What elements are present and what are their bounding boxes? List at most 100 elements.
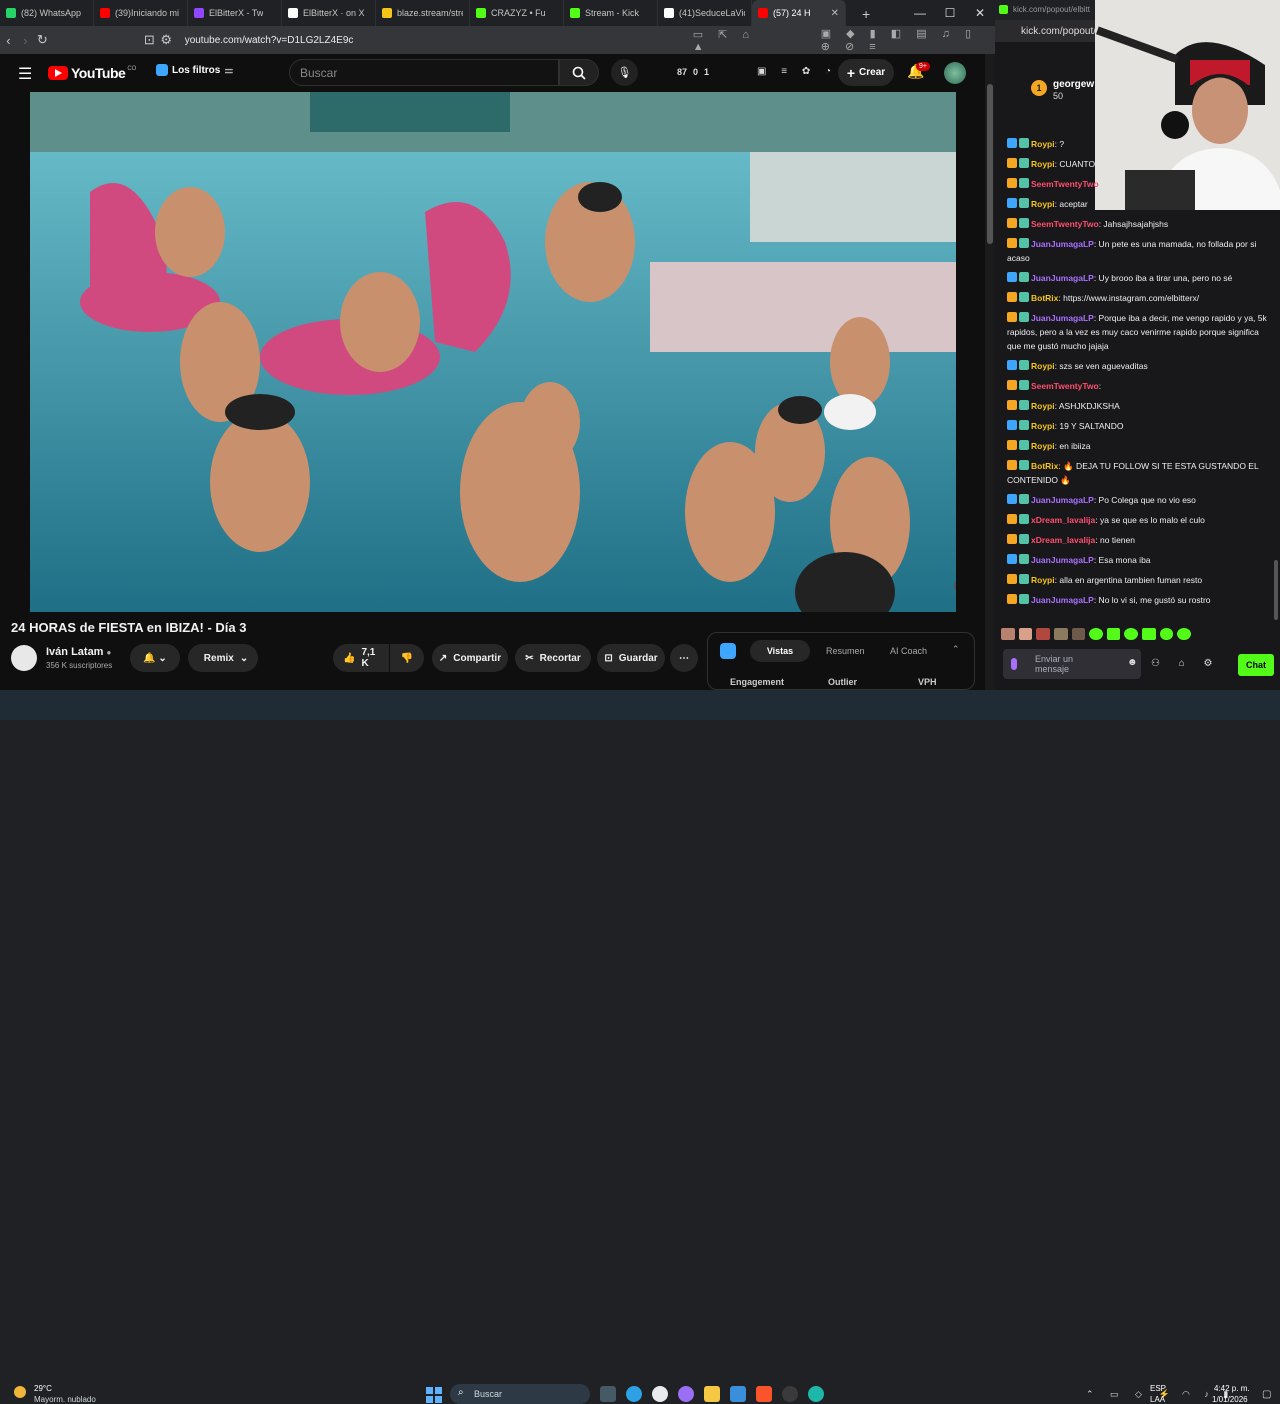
extension-icons[interactable]: ▣ ≡ ✿ ◔ [757,66,837,77]
search-input[interactable]: Buscar [289,59,559,86]
task-view-icon [600,1386,616,1402]
search-button[interactable] [559,59,599,86]
sub-badge-icon [1019,514,1029,524]
taskbar-apps[interactable] [600,1386,824,1402]
maximize-button[interactable]: ☐ [935,0,965,26]
forward-icon[interactable]: › [17,33,34,48]
chat-username[interactable]: Roypi [1031,401,1055,411]
clock-time[interactable]: 4:42 p. m. [1214,1384,1250,1393]
store-icon [730,1386,746,1402]
browser-tab[interactable]: CRAZYZ • Fu [470,0,564,26]
filters-button[interactable]: Los filtros ⚌ [156,64,233,76]
notification-center-icon[interactable]: ▢ [1262,1389,1271,1400]
chat-badge-icon [1007,514,1017,524]
chat-username[interactable]: xDream_lavalija [1031,535,1095,545]
address-bar-url[interactable]: youtube.com/watch?v=D1LG2LZ4E9c [185,35,493,46]
edge-icon [626,1386,642,1402]
extension-toolbar-icons[interactable]: ▣ ◆ ▮ ◧ ▤ ♫ ▯ ⊕ ⊘ ≡ [821,27,995,53]
subscribe-bell-button[interactable]: 🔔 ⌄ [130,644,180,672]
bookmark-icon[interactable]: ⊡ [141,32,158,48]
chat-username[interactable]: JuanJumagaLP [1031,273,1094,283]
sub-badge-icon [1019,218,1029,228]
weather-icon[interactable] [14,1386,26,1398]
sub-badge-icon [1019,554,1029,564]
browser-tab[interactable]: Stream - Kick [564,0,658,26]
chat-username[interactable]: JuanJumagaLP [1031,595,1094,605]
chat-username[interactable]: Roypi [1031,421,1055,431]
more-actions-button[interactable]: ⋯ [670,644,698,672]
weather-temp[interactable]: 29°C [34,1384,52,1393]
chat-username[interactable]: xDream_lavalija [1031,515,1095,525]
clip-button[interactable]: ✂ Recortar [515,644,591,672]
save-button[interactable]: ⊡ Guardar [597,644,665,672]
chat-username[interactable]: Roypi [1031,575,1055,585]
back-icon[interactable]: ‹ [0,33,17,48]
extensions-icons[interactable]: ▭ ⇱ ⌂ ▲ [693,28,761,53]
windows-start-icon[interactable] [426,1387,442,1403]
like-button[interactable]: 👍 7,1 K [333,644,389,672]
kick-favicon-icon [999,5,1008,14]
sub-badge-icon [1019,198,1029,208]
collapse-icon[interactable]: ⌃ [952,644,960,655]
emoji-icon[interactable]: ☻ [1127,657,1138,668]
kick-chat-popout: kick.com/popout/elbitt kick.com/popout/ … [995,0,1280,690]
account-avatar[interactable] [944,62,966,84]
chat-username[interactable]: JuanJumagaLP [1031,239,1094,249]
video-player[interactable] [30,92,956,612]
chat-username[interactable]: BotRix [1031,461,1058,471]
close-tab-icon[interactable]: ✕ [831,8,839,19]
remix-button[interactable]: Remix ⌄ [188,644,258,672]
close-window-button[interactable]: ✕ [965,0,995,26]
tab-vistas[interactable]: Vistas [750,640,810,662]
filter-extension-icon [156,64,168,76]
notification-count-badge: 9+ [916,62,930,71]
chat-username[interactable]: Roypi [1031,361,1055,371]
tab-ai-coach[interactable]: AI Coach [890,646,927,656]
browser-tab[interactable]: (82) WhatsApp [0,0,94,26]
browser-tab[interactable]: blaze.stream/stre [376,0,470,26]
chat-username[interactable]: Roypi [1031,441,1055,451]
dislike-button[interactable]: 👎 [390,644,424,672]
browser-tab[interactable]: (41)SeduceLaVid [658,0,752,26]
channel-avatar[interactable] [11,645,37,671]
hamburger-menu-icon[interactable]: ☰ [18,64,32,84]
chat-username[interactable]: Roypi [1031,139,1055,149]
browser-tab[interactable]: ElBitterX · on X [282,0,376,26]
tab-label: (57) 24 H [773,8,811,18]
chat-input[interactable]: Enviar un mensaje ☻ [1003,649,1141,679]
chat-username[interactable]: JuanJumagaLP [1031,555,1094,565]
chat-username[interactable]: JuanJumagaLP [1031,495,1094,505]
chat-username[interactable]: SeemTwentyTwo [1031,219,1099,229]
browser-tab[interactable]: (57) 24 H ✕ [752,0,846,26]
chat-username[interactable]: Roypi [1031,159,1055,169]
reload-icon[interactable]: ↻ [34,32,51,48]
chat-username[interactable]: SeemTwentyTwo [1031,179,1099,189]
tab-resumen[interactable]: Resumen [826,646,865,656]
emote-bar[interactable] [1001,628,1192,642]
chat-settings-icons[interactable]: ⚇ ⌂ ⚙ [1151,658,1221,669]
chat-username[interactable]: JuanJumagaLP [1031,313,1094,323]
minimize-button[interactable]: — [905,0,935,26]
chat-username[interactable]: Roypi [1031,199,1055,209]
youtube-header: ☰ YouTube CO Los filtros ⚌ Buscar 🎙 87 0… [0,54,985,92]
site-settings-icon[interactable]: ⚙ [158,32,175,48]
share-button[interactable]: ↗ Compartir [432,644,508,672]
voice-search-button[interactable]: 🎙 [611,59,638,86]
tab-favicon-icon [664,8,674,18]
chat-username[interactable]: SeemTwentyTwo [1031,381,1099,391]
chat-username[interactable]: BotRix [1031,293,1058,303]
browser-tab[interactable]: ElBitterX - Tw [188,0,282,26]
browser-tab[interactable]: (39)Iniciando mi [94,0,188,26]
mic-icon [1011,658,1017,670]
chat-send-button[interactable]: Chat [1238,654,1274,676]
page-scrollbar[interactable] [985,54,995,690]
taskbar-search[interactable]: ⌕ Buscar [450,1384,590,1404]
keyboard-language[interactable]: ESP [1150,1384,1166,1393]
chat-scrollbar[interactable] [1274,560,1278,620]
dislikes-stat: 1 [704,67,710,77]
chat-message: Roypi: ASHJKDJKSHA [995,396,1280,416]
new-tab-button[interactable]: + [862,6,870,22]
create-button[interactable]: + Crear [838,59,894,86]
channel-name[interactable]: Iván Latam ● [46,646,111,658]
youtube-logo[interactable]: YouTube CO [48,65,136,81]
